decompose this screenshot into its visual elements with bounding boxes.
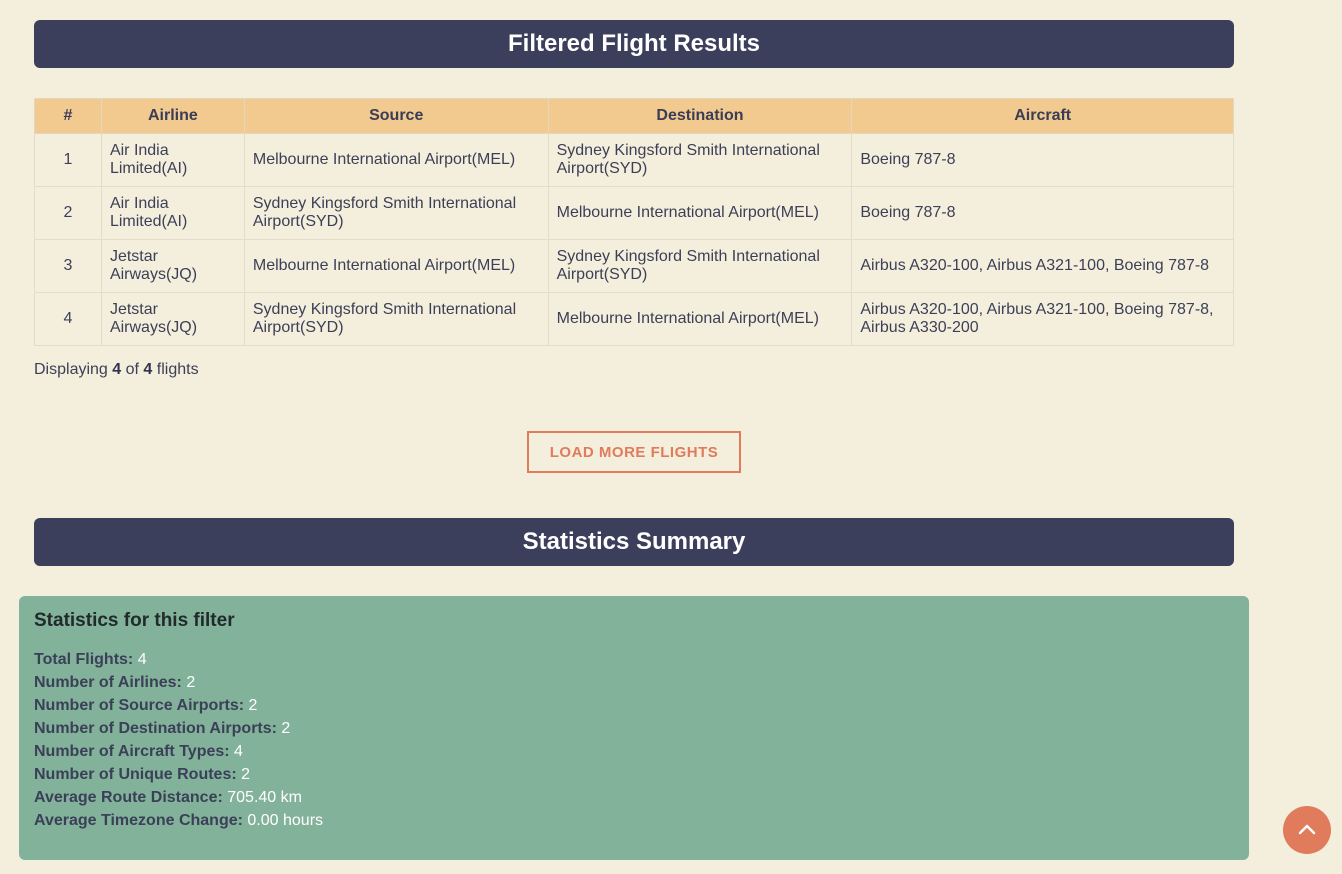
results-heading: Filtered Flight Results (34, 20, 1234, 68)
stat-airlines: Number of Airlines: 2 (34, 671, 1234, 694)
column-header-aircraft: Aircraft (851, 98, 1234, 134)
stat-label: Number of Unique Routes: (34, 766, 237, 783)
row-source: Sydney Kingsford Smith International Air… (243, 186, 549, 240)
page: Filtered Flight Results # Airline Source… (0, 0, 1342, 874)
stat-label: Total Flights: (34, 651, 134, 668)
row-number: 2 (34, 186, 102, 240)
row-aircraft: Airbus A320-100, Airbus A321-100, Boeing… (851, 239, 1234, 293)
load-more-button[interactable]: LOAD MORE FLIGHTS (527, 431, 741, 473)
stat-destination-airports: Number of Destination Airports: 2 (34, 717, 1234, 740)
row-aircraft: Boeing 787-8 (851, 133, 1234, 187)
stat-value: 0.00 hours (247, 812, 324, 829)
count-of: of (125, 361, 139, 378)
scroll-to-top-button[interactable] (1283, 806, 1331, 854)
stat-label: Number of Aircraft Types: (34, 743, 230, 760)
stats-heading: Statistics Summary (34, 518, 1234, 566)
stat-value: 2 (281, 720, 291, 737)
stat-label: Average Timezone Change: (34, 812, 243, 829)
table-row: 1 Air India Limited(AI) Melbourne Intern… (34, 133, 1234, 187)
stats-panel: Statistics for this filter Total Flights… (19, 596, 1249, 860)
stat-value: 2 (241, 766, 251, 783)
stats-title: Statistics for this filter (34, 610, 235, 631)
row-number: 1 (34, 133, 102, 187)
column-header-source: Source (243, 98, 549, 134)
column-header-airline: Airline (100, 98, 245, 134)
row-destination: Sydney Kingsford Smith International Air… (547, 133, 853, 187)
row-airline: Jetstar Airways(JQ) (100, 292, 245, 346)
count-prefix: Displaying (34, 361, 108, 378)
column-header-destination: Destination (547, 98, 853, 134)
row-airline: Air India Limited(AI) (100, 133, 245, 187)
stat-label: Number of Destination Airports: (34, 720, 277, 737)
stat-label: Average Route Distance: (34, 789, 223, 806)
stat-average-distance: Average Route Distance: 705.40 km (34, 786, 1234, 809)
row-source: Sydney Kingsford Smith International Air… (243, 292, 549, 346)
table-header-row: # Airline Source Destination Aircraft (34, 98, 1234, 134)
row-destination: Melbourne International Airport(MEL) (547, 186, 853, 240)
results-count: Displaying 4 of 4 flights (34, 361, 199, 379)
count-shown: 4 (112, 361, 122, 378)
row-destination: Melbourne International Airport(MEL) (547, 292, 853, 346)
row-destination: Sydney Kingsford Smith International Air… (547, 239, 853, 293)
column-header-number: # (34, 98, 102, 134)
row-number: 3 (34, 239, 102, 293)
stat-average-timezone: Average Timezone Change: 0.00 hours (34, 809, 1234, 832)
stat-value: 2 (186, 674, 196, 691)
stat-value: 705.40 km (227, 789, 302, 806)
count-total: 4 (143, 361, 153, 378)
stat-aircraft-types: Number of Aircraft Types: 4 (34, 740, 1234, 763)
stat-source-airports: Number of Source Airports: 2 (34, 694, 1234, 717)
stat-label: Number of Source Airports: (34, 697, 245, 714)
row-aircraft: Airbus A320-100, Airbus A321-100, Boeing… (851, 292, 1234, 346)
row-number: 4 (34, 292, 102, 346)
row-airline: Air India Limited(AI) (100, 186, 245, 240)
chevron-up-icon (1298, 824, 1316, 835)
count-suffix: flights (156, 361, 199, 378)
flights-table: # Airline Source Destination Aircraft 1 … (34, 98, 1234, 346)
stat-value: 2 (248, 697, 258, 714)
table-row: 4 Jetstar Airways(JQ) Sydney Kingsford S… (34, 292, 1234, 346)
table-row: 2 Air India Limited(AI) Sydney Kingsford… (34, 186, 1234, 240)
row-aircraft: Boeing 787-8 (851, 186, 1234, 240)
row-source: Melbourne International Airport(MEL) (243, 239, 549, 293)
stat-value: 4 (137, 651, 147, 668)
table-row: 3 Jetstar Airways(JQ) Melbourne Internat… (34, 239, 1234, 293)
stat-value: 4 (234, 743, 243, 760)
row-source: Melbourne International Airport(MEL) (243, 133, 549, 187)
stat-label: Number of Airlines: (34, 674, 182, 691)
stat-total-flights: Total Flights: 4 (34, 648, 1234, 671)
stat-unique-routes: Number of Unique Routes: 2 (34, 763, 1234, 786)
row-airline: Jetstar Airways(JQ) (100, 239, 245, 293)
